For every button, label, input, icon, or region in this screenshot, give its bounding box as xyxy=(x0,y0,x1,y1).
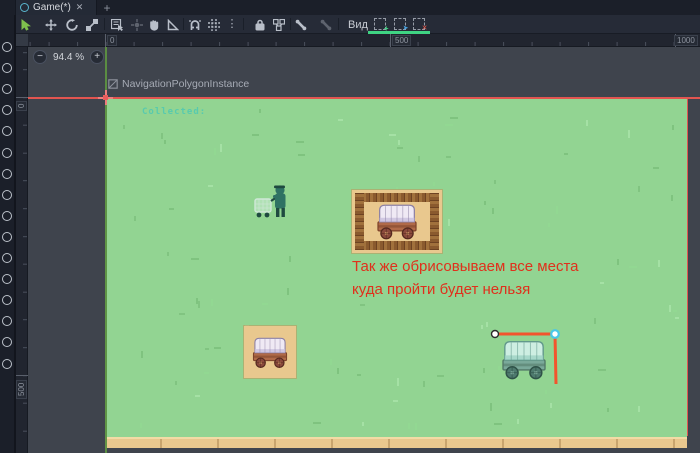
zoom-in-button[interactable]: + xyxy=(90,50,105,64)
nav-outline-top-edge xyxy=(28,97,700,99)
scale-tool-icon[interactable] xyxy=(84,17,100,32)
scene-icon xyxy=(20,3,29,12)
scene-node-icon[interactable] xyxy=(2,189,12,200)
ruler-label: 1000 xyxy=(674,35,698,46)
fence-right xyxy=(430,193,439,250)
fenced-wagon-pen xyxy=(352,190,442,253)
ruler-label: 500 xyxy=(392,35,412,46)
toolbar-separator xyxy=(243,18,244,30)
character-sprite xyxy=(252,180,292,226)
nav-vertex-handle-selected[interactable] xyxy=(550,329,560,339)
nav-outline-right-edge xyxy=(686,97,689,436)
smart-snap-icon[interactable] xyxy=(187,17,203,32)
ruler-label: 0 xyxy=(107,35,118,46)
scene-tab-label: Game(*) xyxy=(33,2,71,13)
path-strip xyxy=(105,437,687,448)
pivot-tool-icon[interactable] xyxy=(129,17,145,32)
teal-wagon-sprite xyxy=(494,338,554,380)
select-tool-icon[interactable] xyxy=(18,17,34,32)
canvas-toolbar: ⋮ ⋮ Вид + ➤ ✕ xyxy=(0,15,700,34)
group-icon[interactable] xyxy=(271,17,287,32)
scene-node-icon[interactable] xyxy=(2,253,12,263)
close-tab-icon[interactable]: ✕ xyxy=(76,2,84,13)
nav-vertex-handle[interactable] xyxy=(490,329,500,339)
scene-node-icon[interactable] xyxy=(2,295,12,306)
toolbar-separator xyxy=(290,18,291,30)
scene-node-icon[interactable] xyxy=(2,126,12,137)
scene-node-icon[interactable] xyxy=(2,168,12,179)
scene-node-icon[interactable] xyxy=(2,63,12,74)
zoom-controls: − 94.4 % + xyxy=(33,50,105,64)
scene-tab-bar: Game(*) ✕ + xyxy=(0,0,700,15)
grid-snap-icon[interactable] xyxy=(206,17,222,32)
toolbar-separator xyxy=(338,18,339,30)
new-tab-button[interactable]: + xyxy=(100,0,114,15)
rotate-tool-icon[interactable] xyxy=(64,17,80,32)
nav-create-points-button[interactable]: + xyxy=(371,17,389,33)
snap-options-icon[interactable]: ⋮ xyxy=(224,17,240,32)
move-tool-icon[interactable] xyxy=(43,17,59,32)
scene-node-icon[interactable] xyxy=(2,316,12,327)
annotation-line-2: куда пройти будет нельзя xyxy=(352,281,531,298)
nav-delete-points-button[interactable]: ✕ xyxy=(410,17,428,32)
ruler-label: 500 xyxy=(16,379,27,399)
scene-node-icon[interactable] xyxy=(2,105,12,116)
navigation-polygon-icon xyxy=(108,79,118,89)
scene-node-icon[interactable] xyxy=(2,337,12,348)
ruler-minor-ticks xyxy=(28,42,700,46)
fence-bottom xyxy=(355,241,439,250)
horizontal-ruler[interactable]: 0 500 1000 xyxy=(28,34,700,47)
ruler-corner xyxy=(16,34,28,47)
nav-edit-points-button[interactable]: ➤ xyxy=(391,17,409,32)
hud-collected-label: Collected: xyxy=(142,107,207,117)
selected-node-label: NavigationPolygonInstance xyxy=(108,78,249,90)
godot-editor-window: Game(*) ✕ + ⋮ ⋮ Вид + ➤ xyxy=(0,0,700,453)
scene-node-icon[interactable] xyxy=(2,210,12,221)
fence-left xyxy=(355,193,364,250)
wagon-pad xyxy=(244,326,296,378)
lock-icon[interactable] xyxy=(252,17,268,32)
scene-node-icon[interactable] xyxy=(2,231,12,242)
toolbar-separator xyxy=(104,18,105,30)
scene-node-icon[interactable] xyxy=(2,274,12,285)
list-select-tool-icon[interactable] xyxy=(109,17,125,32)
fence-top xyxy=(355,193,439,202)
scene-tree-icon-column xyxy=(0,15,14,453)
scene-node-icon[interactable] xyxy=(2,358,12,369)
game-map: Collected: Так же обрисовываем все места… xyxy=(105,98,687,448)
ruler-tool-icon[interactable] xyxy=(165,17,181,32)
ruler-label: 0 xyxy=(16,100,27,111)
toolbar-separator xyxy=(183,18,184,30)
bone-paint-icon[interactable] xyxy=(318,17,334,32)
tab-game-scene[interactable]: Game(*) ✕ xyxy=(15,0,97,15)
vertical-ruler[interactable]: 0 500 xyxy=(16,47,28,453)
node-origin-gizmo[interactable] xyxy=(98,90,113,105)
wagon-sprite xyxy=(247,335,293,369)
wagon-sprite xyxy=(370,202,424,240)
zoom-percentage: 94.4 % xyxy=(53,51,85,63)
scene-node-icon[interactable] xyxy=(2,42,12,52)
tutorial-annotation: Так же обрисовываем все места куда пройт… xyxy=(352,255,652,301)
annotation-line-1: Так же обрисовываем все места xyxy=(352,258,579,275)
bone-icon[interactable] xyxy=(293,17,309,32)
pan-tool-icon[interactable] xyxy=(146,17,162,32)
scene-node-icon[interactable] xyxy=(2,84,12,95)
scene-node-icon[interactable] xyxy=(2,147,12,158)
viewport-edge-line xyxy=(105,47,107,453)
2d-viewport[interactable]: Collected: Так же обрисовываем все места… xyxy=(28,47,700,453)
zoom-out-button[interactable]: − xyxy=(33,50,47,64)
